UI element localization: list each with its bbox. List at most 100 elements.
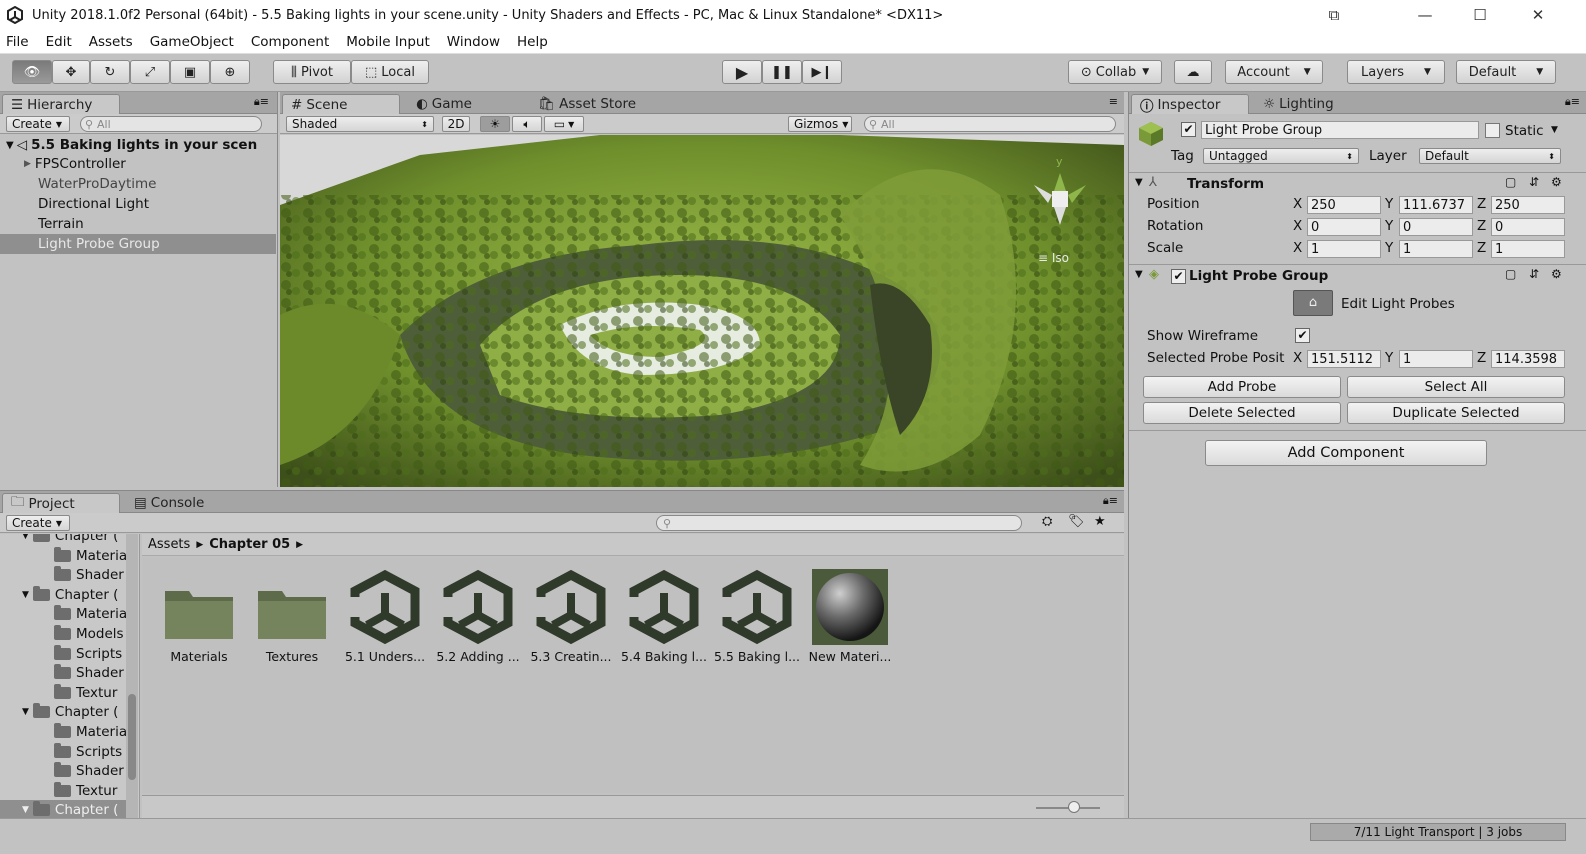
folder-tree-item[interactable]: ▼ Chapter (: [22, 534, 118, 546]
scene-viewport[interactable]: y ≡ Iso: [280, 135, 1124, 487]
hierarchy-item-directional-light[interactable]: Directional Light: [0, 194, 276, 214]
restore-icon[interactable]: ⧉: [1306, 0, 1362, 30]
menu-mobile-input[interactable]: Mobile Input: [346, 34, 430, 50]
shading-dropdown[interactable]: Shaded ⬍: [286, 116, 434, 132]
selected-y-field[interactable]: 1: [1399, 350, 1473, 368]
add-component-button[interactable]: Add Component: [1205, 440, 1487, 466]
layout-dropdown[interactable]: Default ▼: [1456, 60, 1556, 84]
menu-component[interactable]: Component: [251, 34, 329, 50]
expand-arrow-icon[interactable]: ▼: [22, 805, 29, 815]
tree-scrollbar-thumb[interactable]: [128, 694, 136, 780]
edit-probes-button[interactable]: ⌂: [1293, 290, 1333, 316]
panel-menu-icon[interactable]: ≡: [1109, 95, 1118, 108]
account-dropdown[interactable]: Account ▼: [1225, 60, 1323, 84]
menu-window[interactable]: Window: [447, 34, 500, 50]
folder-tree-item[interactable]: Models: [54, 624, 124, 644]
hierarchy-item-waterprodaytime[interactable]: WaterProDaytime: [0, 174, 276, 194]
breadcrumb-chapter[interactable]: Chapter 05: [209, 537, 290, 552]
tab-console[interactable]: ▤ Console: [126, 493, 212, 513]
scene-gizmo[interactable]: y: [1030, 155, 1090, 235]
tab-project[interactable]: 🗀 Project: [2, 493, 120, 513]
expand-arrow-icon[interactable]: ▼: [22, 590, 29, 600]
position-y-field[interactable]: 111.6737: [1399, 196, 1473, 214]
help-icon[interactable]: ▢: [1505, 175, 1516, 189]
folder-tree-item[interactable]: Textur: [54, 781, 117, 801]
lock-icon[interactable]: 🔒︎≡: [254, 95, 269, 109]
rotation-x-field[interactable]: 0: [1307, 218, 1381, 236]
local-toggle[interactable]: ⬚ Local: [351, 60, 429, 84]
minimize-button[interactable]: —: [1397, 0, 1453, 30]
selected-z-field[interactable]: 114.3598: [1491, 350, 1565, 368]
lock-icon[interactable]: 🔒︎≡: [1565, 95, 1580, 109]
help-icon[interactable]: ▢: [1505, 267, 1516, 281]
delete-selected-button[interactable]: Delete Selected: [1143, 402, 1341, 424]
hierarchy-item-light-probe-group[interactable]: Light Probe Group: [0, 234, 276, 254]
duplicate-selected-button[interactable]: Duplicate Selected: [1347, 402, 1565, 424]
layer-dropdown[interactable]: Default ⬍: [1419, 148, 1561, 164]
selected-x-field[interactable]: 151.5112: [1307, 350, 1381, 368]
step-button[interactable]: ▶❙: [802, 60, 842, 84]
filter-label-icon[interactable]: 🏷︎: [1068, 514, 1085, 529]
active-checkbox[interactable]: ✔: [1181, 122, 1196, 137]
folder-tree-item[interactable]: Materia: [54, 546, 127, 566]
hierarchy-item-fpscontroller[interactable]: ▶ FPSController: [0, 154, 276, 174]
cloud-button[interactable]: ☁: [1174, 60, 1212, 84]
scene-search-input[interactable]: ⚲ All: [864, 116, 1116, 132]
tab-asset-store[interactable]: 🛍︎ Asset Store: [530, 94, 644, 114]
folder-tree-item[interactable]: Shader: [54, 761, 124, 781]
audio-toggle[interactable]: 🔈︎: [512, 116, 542, 132]
favorite-star-icon[interactable]: ★: [1094, 514, 1106, 529]
preset-icon[interactable]: ⇵: [1529, 267, 1539, 281]
position-z-field[interactable]: 250: [1491, 196, 1565, 214]
rect-tool-button[interactable]: ▣: [170, 60, 210, 84]
folder-tree-item[interactable]: Materia: [54, 722, 127, 742]
menu-help[interactable]: Help: [517, 34, 548, 50]
move-tool-button[interactable]: ✥: [52, 60, 90, 84]
menu-edit[interactable]: Edit: [46, 34, 72, 50]
collab-dropdown[interactable]: ⊙ Collab ▼: [1068, 60, 1162, 84]
asset-item[interactable]: 5.1 Unders...: [340, 561, 430, 664]
object-name-field[interactable]: Light Probe Group: [1201, 121, 1479, 139]
light-probe-group-header[interactable]: ▼ ◈ ✔ Light Probe Group ▢ ⇵ ⚙: [1129, 266, 1586, 288]
hierarchy-item-terrain[interactable]: Terrain: [0, 214, 276, 234]
preset-icon[interactable]: ⇵: [1529, 175, 1539, 189]
menu-gameobject[interactable]: GameObject: [150, 34, 234, 50]
rotation-y-field[interactable]: 0: [1399, 218, 1473, 236]
hierarchy-create-button[interactable]: Create ▼: [6, 116, 70, 132]
tag-dropdown[interactable]: Untagged ⬍: [1203, 148, 1359, 164]
transform-header[interactable]: ▼ ⅄ Transform ▢ ⇵ ⚙: [1129, 174, 1586, 196]
tab-inspector[interactable]: ⓘ Inspector: [1131, 94, 1249, 115]
project-search-input[interactable]: ⚲: [656, 515, 1022, 531]
view-tool-button[interactable]: 👁: [12, 60, 52, 84]
scale-z-field[interactable]: 1: [1491, 240, 1565, 258]
folder-tree-item[interactable]: ▼ Chapter (: [0, 800, 126, 819]
select-all-button[interactable]: Select All: [1347, 376, 1565, 398]
probe-enabled-checkbox[interactable]: ✔: [1171, 269, 1186, 284]
menu-file[interactable]: File: [6, 34, 29, 50]
lock-icon[interactable]: 🔒︎≡: [1103, 494, 1118, 508]
asset-item[interactable]: 5.2 Adding ...: [433, 561, 523, 664]
folder-tree-item[interactable]: Scripts: [54, 742, 122, 762]
pause-button[interactable]: ❚❚: [762, 60, 802, 84]
folder-tree-item[interactable]: Scripts: [54, 644, 122, 664]
show-wireframe-checkbox[interactable]: ✔: [1295, 328, 1310, 343]
tab-game[interactable]: ◐ Game: [408, 94, 480, 114]
tab-scene[interactable]: # Scene: [282, 94, 400, 114]
static-checkbox[interactable]: [1485, 123, 1500, 138]
zoom-slider-thumb[interactable]: [1068, 801, 1080, 813]
rotate-tool-button[interactable]: ↻: [90, 60, 130, 84]
folder-tree-item[interactable]: Shader: [54, 565, 124, 585]
project-create-button[interactable]: Create ▼: [6, 515, 70, 531]
projection-label[interactable]: ≡ Iso: [1038, 251, 1069, 265]
play-button[interactable]: ▶: [722, 60, 762, 84]
position-x-field[interactable]: 250: [1307, 196, 1381, 214]
expand-arrow-icon[interactable]: ▼: [22, 534, 29, 541]
folder-tree-item[interactable]: Textur: [54, 683, 117, 703]
layers-dropdown[interactable]: Layers ▼: [1347, 60, 1445, 84]
gear-icon[interactable]: ⚙: [1551, 267, 1562, 281]
bake-progress[interactable]: 7/11 Light Transport | 3 jobs: [1310, 823, 1566, 841]
asset-item[interactable]: New Materi...: [805, 561, 895, 664]
close-button[interactable]: ✕: [1510, 0, 1566, 30]
add-probe-button[interactable]: Add Probe: [1143, 376, 1341, 398]
folder-tree-item[interactable]: Materia: [54, 604, 127, 624]
